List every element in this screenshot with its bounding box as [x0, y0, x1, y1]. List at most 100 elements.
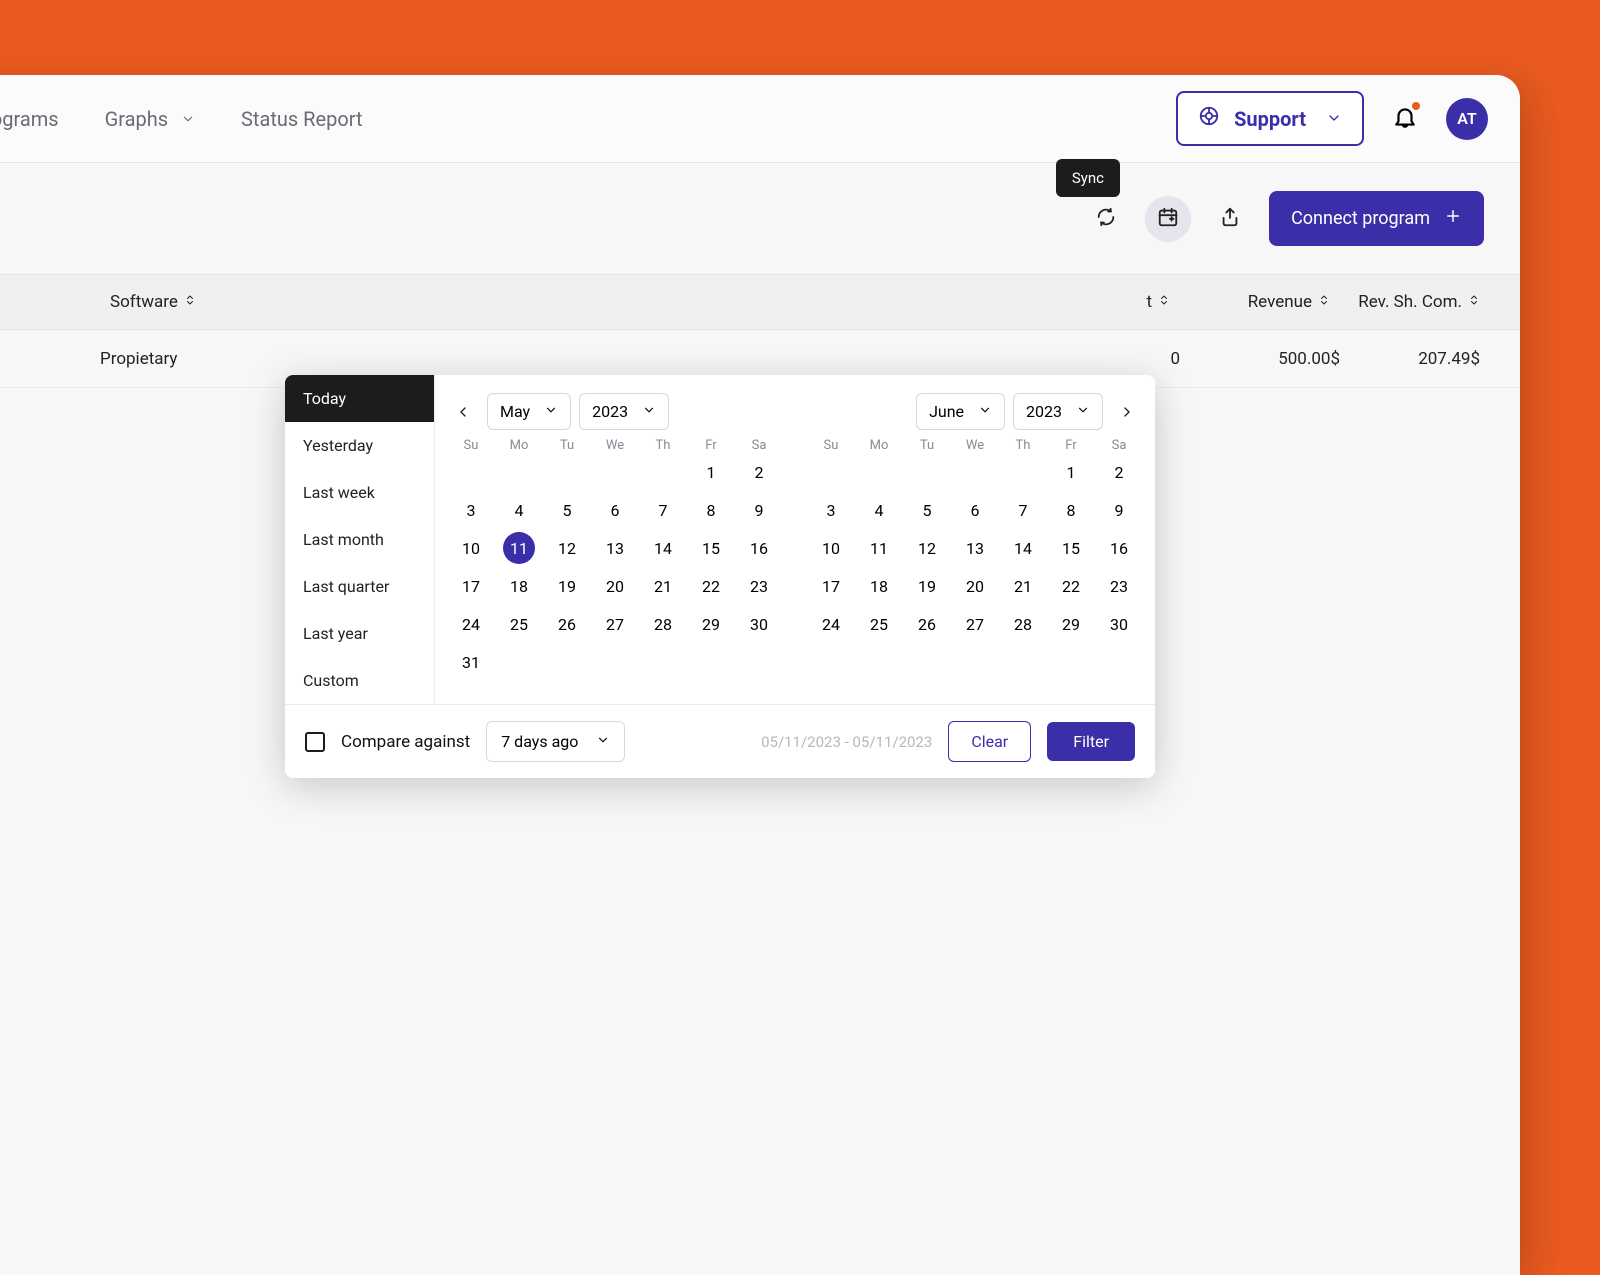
day-12[interactable]: 12	[903, 529, 951, 567]
day-20[interactable]: 20	[591, 567, 639, 605]
table-header: me Software t Revenue Rev. Sh. Com.	[0, 274, 1520, 330]
sync-button[interactable]	[1083, 196, 1129, 242]
day-4[interactable]: 4	[495, 491, 543, 529]
day-8[interactable]: 8	[1047, 491, 1095, 529]
day-3[interactable]: 3	[447, 491, 495, 529]
day-25[interactable]: 25	[855, 605, 903, 643]
day-23[interactable]: 23	[1095, 567, 1143, 605]
day-5[interactable]: 5	[903, 491, 951, 529]
day-28[interactable]: 28	[639, 605, 687, 643]
day-15[interactable]: 15	[1047, 529, 1095, 567]
day-25[interactable]: 25	[495, 605, 543, 643]
day-5[interactable]: 5	[543, 491, 591, 529]
day-22[interactable]: 22	[687, 567, 735, 605]
day-10[interactable]: 10	[447, 529, 495, 567]
day-12[interactable]: 12	[543, 529, 591, 567]
day-17[interactable]: 17	[807, 567, 855, 605]
col-revenue[interactable]: Revenue	[1180, 292, 1340, 312]
day-26[interactable]: 26	[543, 605, 591, 643]
prev-month-button[interactable]	[447, 396, 479, 428]
preset-custom[interactable]: Custom	[285, 657, 434, 704]
preset-today[interactable]: Today	[285, 375, 434, 422]
col-name[interactable]: me	[0, 292, 100, 312]
plus-icon	[1444, 207, 1462, 230]
year-select-left[interactable]: 2023	[579, 393, 669, 430]
day-13[interactable]: 13	[591, 529, 639, 567]
day-20[interactable]: 20	[951, 567, 999, 605]
day-29[interactable]: 29	[1047, 605, 1095, 643]
day-24[interactable]: 24	[807, 605, 855, 643]
day-10[interactable]: 10	[807, 529, 855, 567]
preset-last-quarter[interactable]: Last quarter	[285, 563, 434, 610]
sort-icon	[184, 292, 196, 312]
day-30[interactable]: 30	[735, 605, 783, 643]
day-15[interactable]: 15	[687, 529, 735, 567]
col-count-label: t	[1146, 292, 1152, 312]
dow-label: Fr	[1047, 438, 1095, 453]
day-16[interactable]: 16	[1095, 529, 1143, 567]
day-18[interactable]: 18	[855, 567, 903, 605]
nav-tab-programs[interactable]: Programs	[0, 77, 59, 161]
col-software[interactable]: Software	[100, 292, 345, 312]
day-27[interactable]: 27	[591, 605, 639, 643]
day-17[interactable]: 17	[447, 567, 495, 605]
preset-last-week[interactable]: Last week	[285, 469, 434, 516]
year-select-right[interactable]: 2023	[1013, 393, 1103, 430]
day-14[interactable]: 14	[999, 529, 1047, 567]
day-6[interactable]: 6	[591, 491, 639, 529]
day-7[interactable]: 7	[639, 491, 687, 529]
preset-last-year[interactable]: Last year	[285, 610, 434, 657]
day-6[interactable]: 6	[951, 491, 999, 529]
app-window: Home Programs Graphs Status Report Suppo…	[0, 75, 1520, 1275]
nav-tab-status-report[interactable]: Status Report	[241, 77, 363, 161]
notifications-button[interactable]	[1392, 104, 1418, 134]
day-11[interactable]: 11	[495, 529, 543, 567]
day-7[interactable]: 7	[999, 491, 1047, 529]
col-commission[interactable]: Rev. Sh. Com.	[1340, 292, 1520, 312]
month-select-left[interactable]: May	[487, 393, 571, 430]
day-13[interactable]: 13	[951, 529, 999, 567]
day-2[interactable]: 2	[735, 453, 783, 491]
day-1[interactable]: 1	[1047, 453, 1095, 491]
day-8[interactable]: 8	[687, 491, 735, 529]
preset-yesterday[interactable]: Yesterday	[285, 422, 434, 469]
day-26[interactable]: 26	[903, 605, 951, 643]
day-21[interactable]: 21	[639, 567, 687, 605]
day-27[interactable]: 27	[951, 605, 999, 643]
support-button[interactable]: Support	[1176, 91, 1364, 146]
preset-last-month[interactable]: Last month	[285, 516, 434, 563]
day-24[interactable]: 24	[447, 605, 495, 643]
day-31[interactable]: 31	[447, 643, 495, 681]
day-19[interactable]: 19	[543, 567, 591, 605]
nav-tab-graphs[interactable]: Graphs	[105, 77, 195, 161]
date-range-button[interactable]	[1145, 196, 1191, 242]
day-9[interactable]: 9	[735, 491, 783, 529]
export-button[interactable]	[1207, 196, 1253, 242]
day-29[interactable]: 29	[687, 605, 735, 643]
col-count[interactable]: t	[1090, 292, 1180, 312]
day-1[interactable]: 1	[687, 453, 735, 491]
day-18[interactable]: 18	[495, 567, 543, 605]
clear-button[interactable]: Clear	[948, 721, 1031, 762]
day-14[interactable]: 14	[639, 529, 687, 567]
day-16[interactable]: 16	[735, 529, 783, 567]
day-11[interactable]: 11	[855, 529, 903, 567]
compare-checkbox[interactable]	[305, 732, 325, 752]
day-21[interactable]: 21	[999, 567, 1047, 605]
connect-program-button[interactable]: Connect program	[1269, 191, 1484, 246]
day-9[interactable]: 9	[1095, 491, 1143, 529]
sort-icon	[1318, 292, 1330, 312]
day-19[interactable]: 19	[903, 567, 951, 605]
avatar[interactable]: AT	[1446, 98, 1488, 140]
filter-button[interactable]: Filter	[1047, 722, 1135, 761]
day-22[interactable]: 22	[1047, 567, 1095, 605]
compare-select[interactable]: 7 days ago	[486, 721, 625, 762]
month-select-right[interactable]: June	[916, 393, 1005, 430]
day-23[interactable]: 23	[735, 567, 783, 605]
day-2[interactable]: 2	[1095, 453, 1143, 491]
day-28[interactable]: 28	[999, 605, 1047, 643]
day-30[interactable]: 30	[1095, 605, 1143, 643]
day-3[interactable]: 3	[807, 491, 855, 529]
day-4[interactable]: 4	[855, 491, 903, 529]
next-month-button[interactable]	[1111, 396, 1143, 428]
